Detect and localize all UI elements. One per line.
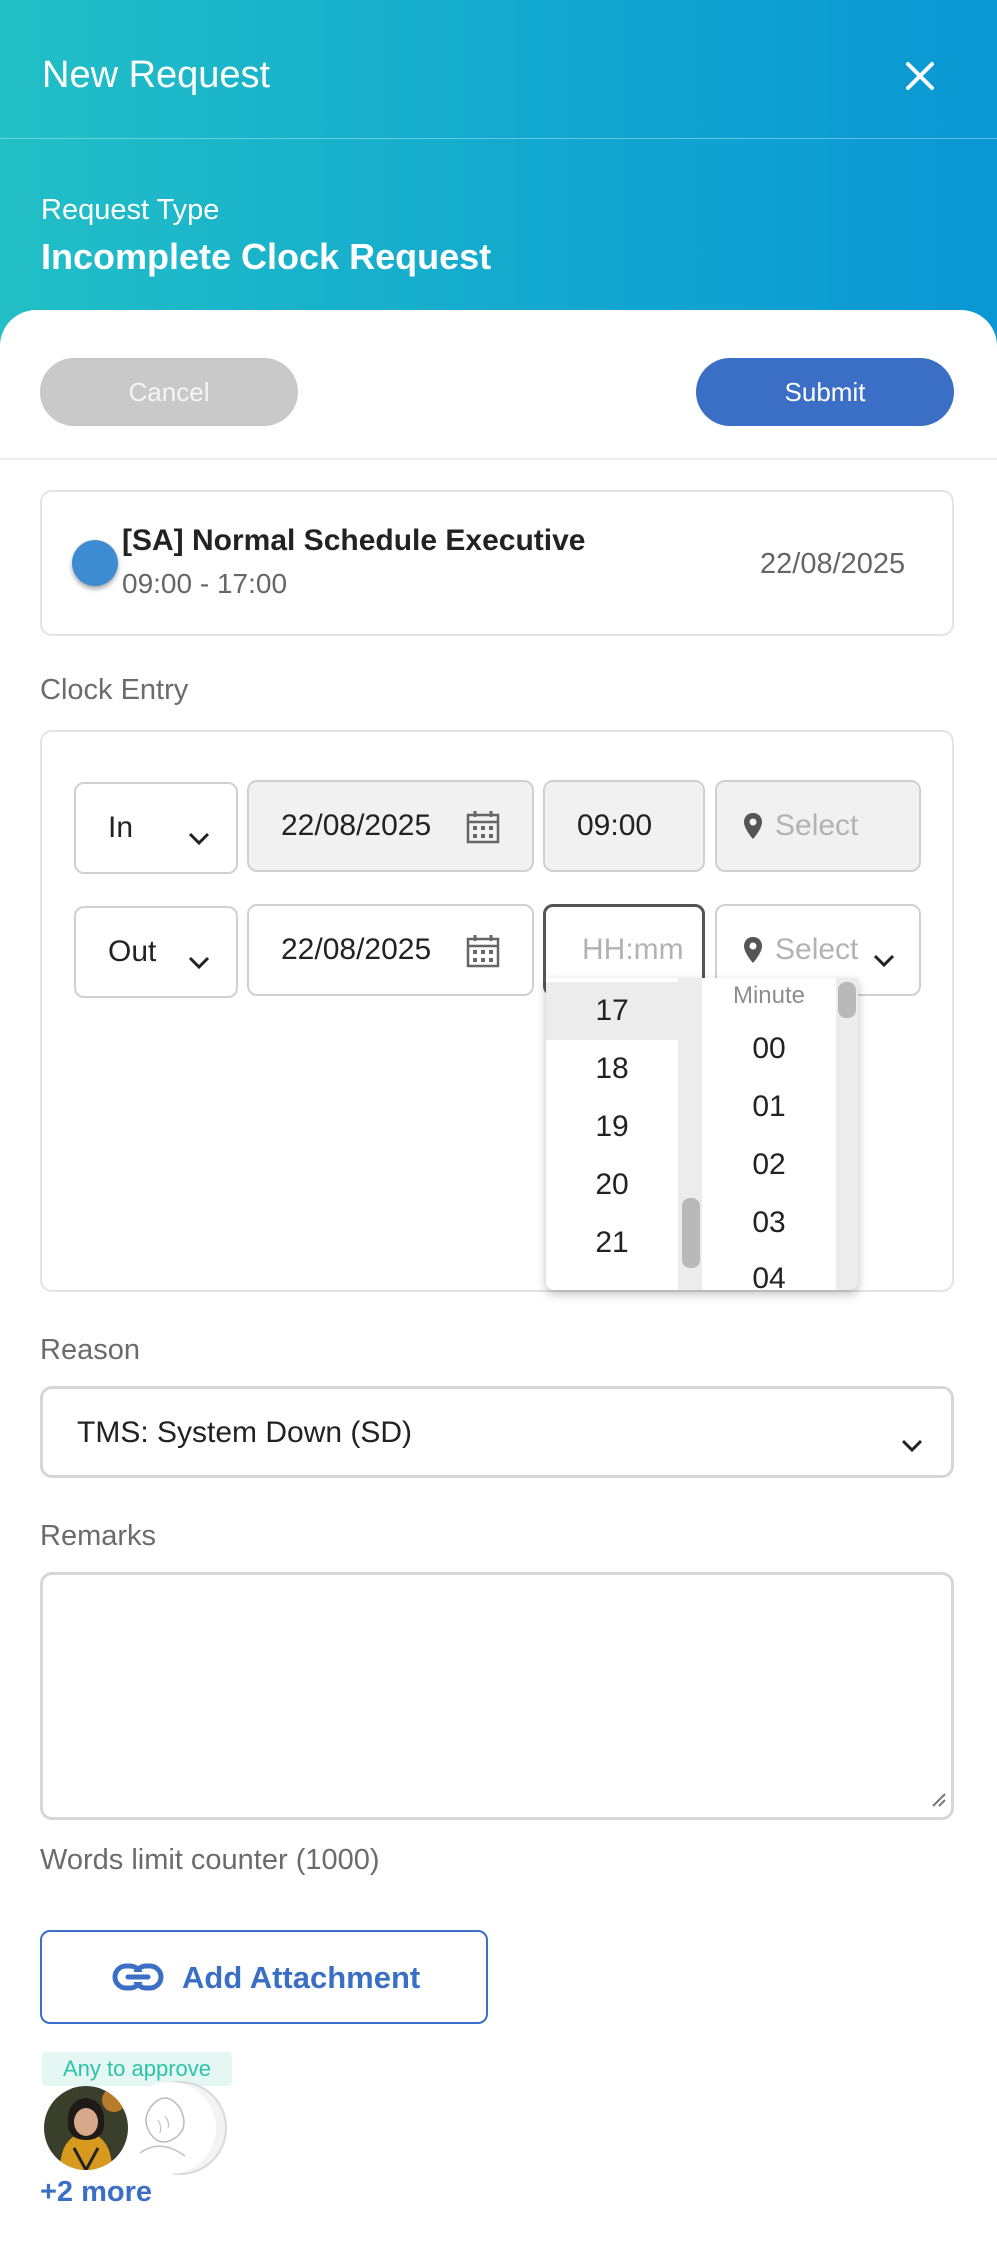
- hour-scrollbar-thumb[interactable]: [682, 1198, 700, 1268]
- minute-scrollbar-thumb[interactable]: [838, 982, 856, 1018]
- clock-in-location-select[interactable]: Select: [715, 780, 921, 872]
- close-icon[interactable]: [900, 56, 940, 96]
- clock-entry-label: Clock Entry: [40, 674, 189, 706]
- clock-in-date-input[interactable]: 22/08/2025: [247, 780, 534, 872]
- schedule-name: [SA] Normal Schedule Executive: [122, 524, 586, 557]
- submit-button[interactable]: Submit: [696, 358, 954, 426]
- add-attachment-label: Add Attachment: [182, 1960, 421, 1995]
- header-divider: [0, 138, 997, 139]
- schedule-indicator: [72, 540, 118, 586]
- minute-option[interactable]: 01: [702, 1078, 836, 1136]
- divider: [0, 458, 997, 460]
- clock-out-date-input[interactable]: 22/08/2025: [247, 904, 534, 996]
- reason-select[interactable]: TMS: System Down (SD): [40, 1386, 954, 1478]
- hour-option-selected[interactable]: 17: [546, 982, 678, 1040]
- page-title: New Request: [42, 54, 271, 96]
- request-type-label: Request Type: [41, 194, 220, 226]
- link-icon: [112, 1960, 164, 1999]
- calendar-icon[interactable]: [466, 810, 500, 852]
- location-placeholder: Select: [775, 933, 859, 966]
- more-approvers-link[interactable]: +2 more: [40, 2176, 152, 2209]
- header: New Request Request Type Incomplete Cloc…: [0, 0, 997, 360]
- remarks-textarea[interactable]: [40, 1572, 954, 1820]
- approver-avatar[interactable]: [44, 2086, 128, 2170]
- reason-label: Reason: [40, 1334, 140, 1366]
- minute-option[interactable]: 03: [702, 1194, 836, 1252]
- schedule-date: 22/08/2025: [760, 548, 906, 580]
- clock-type-value: In: [108, 811, 134, 844]
- clock-type-value: Out: [108, 935, 157, 968]
- hour-option[interactable]: 21: [546, 1214, 678, 1272]
- schedule-time: 09:00 - 17:00: [122, 568, 288, 599]
- hour-option[interactable]: 20: [546, 1156, 678, 1214]
- minute-header: Minute: [732, 982, 806, 1009]
- minute-option[interactable]: 00: [702, 1020, 836, 1078]
- clock-in-time-input[interactable]: 09:00: [543, 780, 705, 872]
- location-placeholder: Select: [775, 809, 859, 842]
- clock-type-select-out[interactable]: Out: [74, 906, 238, 998]
- clock-in-time-value: 09:00: [577, 809, 653, 842]
- minute-option[interactable]: 02: [702, 1136, 836, 1194]
- clock-in-date-value: 22/08/2025: [281, 809, 432, 842]
- cancel-button[interactable]: Cancel: [40, 358, 298, 426]
- chevron-down-icon: [188, 820, 210, 854]
- hour-option[interactable]: 19: [546, 1098, 678, 1156]
- chevron-down-icon: [873, 942, 895, 976]
- clock-out-date-value: 22/08/2025: [281, 933, 432, 966]
- minute-option[interactable]: 04: [702, 1250, 836, 1290]
- chevron-down-icon: [901, 1427, 923, 1461]
- resize-grip-icon[interactable]: [929, 1790, 947, 1813]
- time-picker-dropdown[interactable]: 17 18 19 20 21 Minute 00 01 02 03 04: [546, 978, 858, 1290]
- hour-list[interactable]: 17 18 19 20 21: [546, 978, 678, 1290]
- location-pin-icon: [743, 812, 763, 848]
- hour-option[interactable]: 18: [546, 1040, 678, 1098]
- words-limit-counter: Words limit counter (1000): [40, 1844, 380, 1876]
- reason-value: TMS: System Down (SD): [77, 1416, 413, 1449]
- location-pin-icon: [743, 936, 763, 972]
- clock-type-select-in[interactable]: In: [74, 782, 238, 874]
- time-placeholder: HH:mm: [582, 933, 684, 966]
- remarks-label: Remarks: [40, 1520, 157, 1552]
- chevron-down-icon: [188, 944, 210, 978]
- calendar-icon[interactable]: [466, 934, 500, 976]
- request-type-value: Incomplete Clock Request: [41, 236, 492, 277]
- minute-scrollbar[interactable]: [836, 978, 858, 1290]
- add-attachment-button[interactable]: Add Attachment: [40, 1930, 488, 2024]
